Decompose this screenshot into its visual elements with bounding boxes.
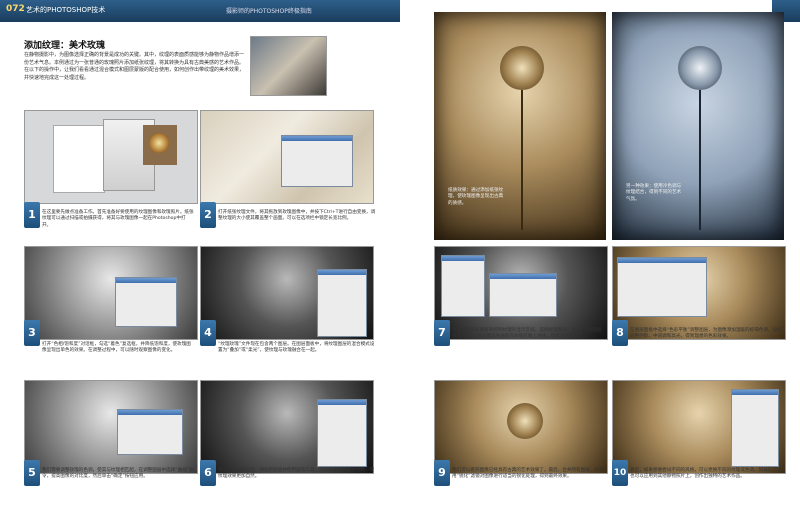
step-2-image [200,110,374,204]
step-3-image [24,246,198,340]
step-4-caption: “纹理玫瑰”文件现在包含两个图层。在图层面板中，将纹理图层的混合模式设置为“叠加… [218,342,375,354]
step-1-image [24,110,198,204]
step-6-image [200,380,374,474]
step-9-image [434,380,608,474]
step-2-number: 2 [200,202,216,228]
book-title: 摄影师的PHOTOSHOP终极指南 [226,8,312,15]
step-10-caption: 最后，如果想要尝试不同的风格，可以更换不同的纹理或色调。同样的方法也可以应用到其… [630,468,782,480]
page-number: 072 [6,4,25,14]
step-3-number: 3 [24,320,40,346]
step-9-caption: 我们可以看到图像已经具有古典的艺术效果了。最后，合并所有图层，并使用“锐化”滤镜… [452,468,604,480]
step-8-number: 8 [612,320,628,346]
step-7-number: 7 [434,320,450,346]
step-5-image [24,380,198,474]
step-1-caption: 在这里要先做点准备工作。首先准备好要使用的纹理图像和玫瑰照片。纸张纹理可以通过扫… [42,210,194,228]
step-7-caption: 现在利用图层蒙版来控制纹理的显示区域。选择纹理图层，单击“添加图层蒙版”按钮，然… [452,328,602,340]
final-sepia-note: 纸质效果：通过添加纸张纹理，使玫瑰图像呈现出古典的质感。 [448,188,504,206]
final-blue-image: 另一种效果：使用冷色调与纹理结合，得到不同的艺术气氛。 [612,12,784,240]
section-title: 艺术的PHOTOSHOP技术 [26,6,106,14]
left-page: 072 艺术的PHOTOSHOP技术 摄影师的PHOTOSHOP终极指南 添加纹… [0,0,400,522]
step-10-image [612,380,786,474]
step-8-image [612,246,786,340]
final-blue-note: 另一种效果：使用冷色调与纹理结合，得到不同的艺术气氛。 [626,184,682,202]
step-6-number: 6 [200,460,216,486]
step-3-caption: 打开“色相/饱和度”对话框，勾选“着色”复选框，并降低饱和度，使玫瑰图像呈现出单… [42,342,191,354]
step-1-number: 1 [24,202,40,228]
step-2-caption: 打开纸张纹理文件，将其拖放到玫瑰图像中，并按下Ctrl+T进行自由变换，调整纹理… [218,210,376,222]
step-4-number: 4 [200,320,216,346]
step-10-number: 10 [612,460,628,486]
article-title: 添加纹理：美术玫瑰 [24,41,106,51]
step-9-number: 9 [434,460,450,486]
header-bar: 072 艺术的PHOTOSHOP技术 摄影师的PHOTOSHOP终极指南 [0,0,400,22]
article-intro: 在静物摄影中，为图像选择正确的背景是成功的关键。其中，纹理的表面质感能够为静物作… [24,52,245,81]
final-sepia-image: 纸质效果：通过添加纸张纹理，使玫瑰图像呈现出古典的质感。 [434,12,606,240]
step-6-caption: 现在打开新的文档，添加新图层并使用画笔工具，在玫瑰的边缘部分绘制，使纹理效果更加… [218,468,375,480]
step-7-image [434,246,608,340]
step-8-caption: 在图层面板中选择“色彩平衡”调整图层，为图像添加温暖的棕褐色调。分别调整阴影、中… [630,328,782,340]
step-5-number: 5 [24,460,40,486]
step-5-caption: 我们需要调整玫瑰的色调，使其与纹理相匹配。在调整图层中选择“曲线”命令，提高图像… [42,468,194,480]
author-photo [250,36,327,96]
step-4-image [200,246,374,340]
right-page: 纸质效果：通过添加纸张纹理，使玫瑰图像呈现出古典的质感。 另一种效果：使用冷色调… [400,0,800,522]
